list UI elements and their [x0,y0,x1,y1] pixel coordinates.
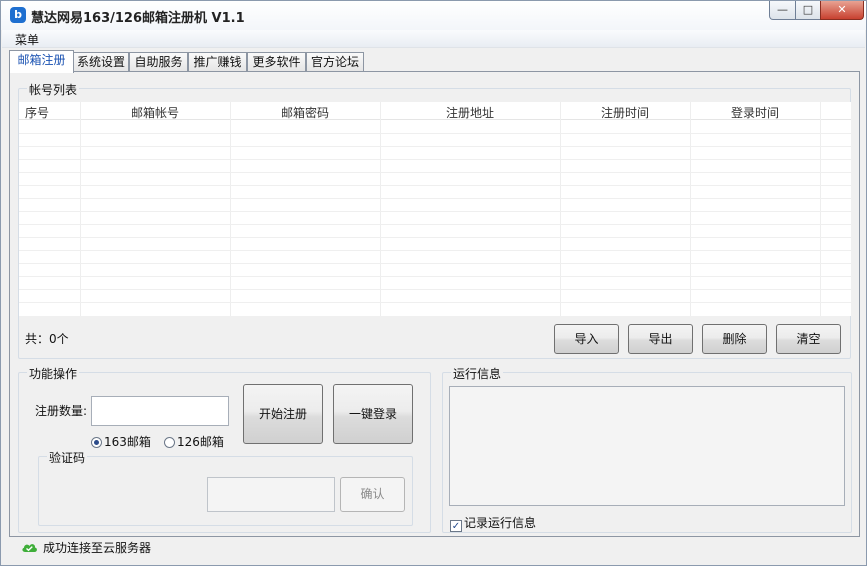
tab-system-settings[interactable]: 系统设置 [73,52,129,72]
radio-126-dot[interactable] [164,437,175,448]
radio-163[interactable]: 163邮箱 [91,433,151,450]
maximize-button[interactable]: □ [795,1,821,20]
start-register-button[interactable]: 开始注册 [243,384,323,444]
column-header-register-address[interactable]: 注册地址 [380,104,560,121]
run-info-legend: 运行信息 [451,365,504,382]
tab-promote-earn[interactable]: 推广赚钱 [188,52,247,72]
column-header-account[interactable]: 邮箱帐号 [80,104,230,121]
import-button[interactable]: 导入 [554,324,619,354]
captcha-confirm-button[interactable]: 确认 [340,477,405,512]
menu-bar: 菜单 [2,30,865,48]
account-list-legend: 帐号列表 [27,81,80,98]
quantity-input[interactable] [91,396,229,426]
tab-official-forum[interactable]: 官方论坛 [306,52,364,72]
column-header-login-time[interactable]: 登录时间 [690,104,820,121]
account-count: 共：0个 [25,332,69,346]
operations-legend: 功能操作 [27,365,80,382]
column-header-password[interactable]: 邮箱密码 [230,104,380,121]
captcha-legend: 验证码 [47,449,88,466]
title-bar[interactable]: b 慧达网易163/126邮箱注册机 V1.1 [1,1,866,30]
account-table[interactable]: 序号 邮箱帐号 邮箱密码 注册地址 注册时间 登录时间 [19,102,851,316]
column-header-index[interactable]: 序号 [19,104,55,121]
tab-panel-email-register: 帐号列表 序号 邮箱帐号 邮箱密码 注册地址 注册时间 登录时间 共：0个 导入… [9,71,860,537]
tab-self-service[interactable]: 自助服务 [129,52,188,72]
one-click-login-button[interactable]: 一键登录 [333,384,413,444]
status-bar: 成功连接至云服务器 [2,538,865,565]
cloud-check-icon [22,544,37,552]
clear-button[interactable]: 清空 [776,324,841,354]
run-info-log[interactable] [449,386,845,506]
app-logo-icon: b [10,7,26,23]
record-run-info-checkbox[interactable]: ✓ 记录运行信息 [450,514,536,532]
export-button[interactable]: 导出 [628,324,693,354]
radio-163-dot[interactable] [91,437,102,448]
quantity-label: 注册数量: [35,404,88,418]
main-window: b 慧达网易163/126邮箱注册机 V1.1 — □ ✕ 菜单 邮箱注册 系统… [0,0,867,566]
record-run-info-label: 记录运行信息 [464,516,537,530]
minimize-button[interactable]: — [769,1,796,20]
menu-item-menu[interactable]: 菜单 [15,31,39,48]
close-button[interactable]: ✕ [820,1,864,20]
tab-more-software[interactable]: 更多软件 [247,52,306,72]
delete-button[interactable]: 删除 [702,324,767,354]
check-icon[interactable]: ✓ [450,520,462,532]
window-title: 慧达网易163/126邮箱注册机 V1.1 [31,11,245,26]
status-text: 成功连接至云服务器 [43,541,152,555]
column-header-register-time[interactable]: 注册时间 [560,104,690,121]
radio-126-label: 126邮箱 [177,435,224,449]
radio-126[interactable]: 126邮箱 [164,433,224,450]
radio-163-label: 163邮箱 [104,435,151,449]
table-header: 序号 邮箱帐号 邮箱密码 注册地址 注册时间 登录时间 [19,102,851,120]
tab-email-register[interactable]: 邮箱注册 [9,50,74,73]
captcha-input[interactable] [207,477,335,512]
